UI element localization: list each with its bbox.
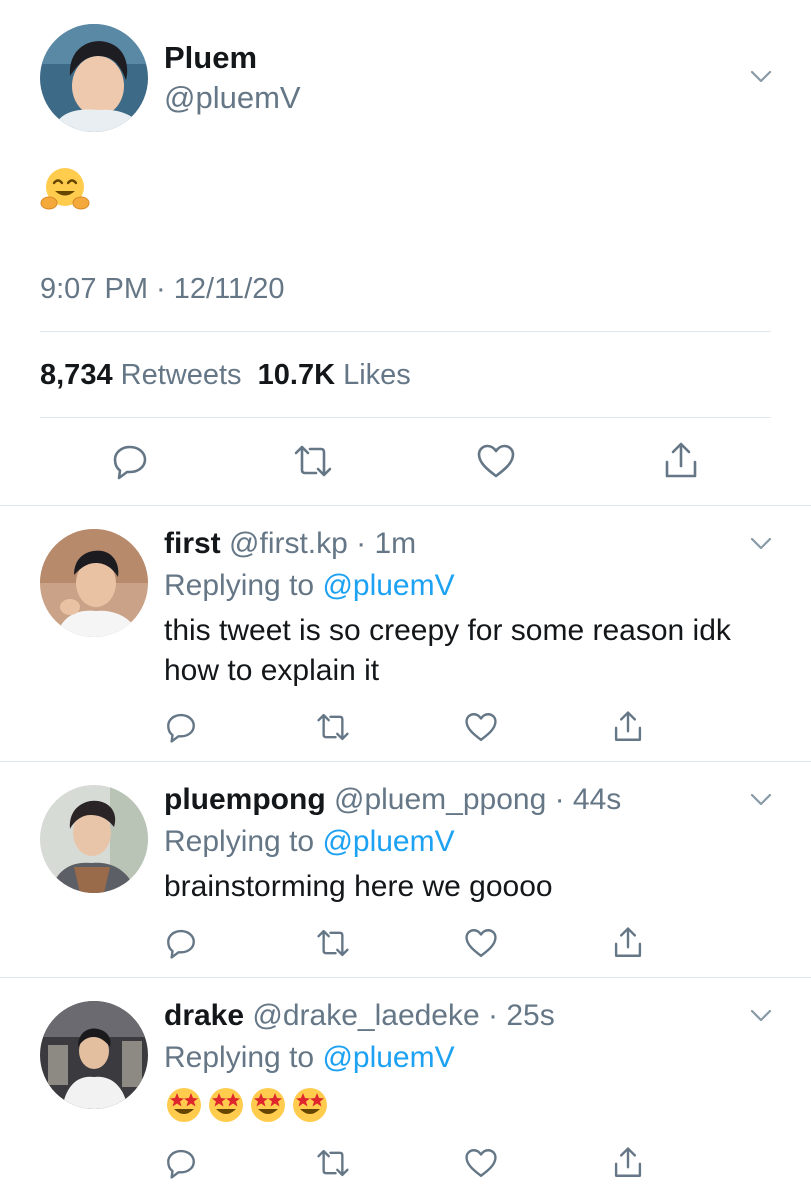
reply-actions (0, 1143, 811, 1183)
share-icon (614, 711, 642, 741)
retweet-icon (317, 1149, 349, 1177)
avatar[interactable] (40, 1001, 148, 1109)
retweet-count[interactable]: 8,734 (40, 359, 113, 391)
star-struck-emoji (293, 1088, 327, 1122)
retweet-icon (317, 929, 349, 957)
handle-and-time[interactable]: @drake_laedeke · 25s (252, 999, 554, 1032)
reply-button[interactable] (161, 1143, 201, 1183)
star-struck-emoji (167, 1088, 201, 1122)
divider (40, 417, 771, 418)
reply-icon (167, 713, 195, 743)
display-name[interactable]: first (164, 527, 221, 560)
chevron-down-icon[interactable] (750, 793, 772, 807)
reply-header: first @first.kp · 1m (164, 527, 416, 561)
retweet-button[interactable] (290, 438, 336, 484)
chevron-down-icon[interactable] (750, 1009, 772, 1023)
reply-button[interactable] (161, 923, 201, 963)
share-button[interactable] (658, 438, 704, 484)
retweets-label[interactable]: Retweets (121, 359, 242, 391)
retweet-button[interactable] (313, 1143, 353, 1183)
handle-and-time[interactable]: @first.kp · 1m (229, 527, 416, 560)
like-icon (465, 1149, 497, 1177)
mention-link[interactable]: @pluemV (322, 1041, 454, 1074)
tweet-thread: Pluem @pluemV 9:07 PM · 12/11/20 8,734 R… (0, 0, 811, 1200)
reply-button[interactable] (161, 707, 201, 747)
display-name[interactable]: pluempong (164, 783, 326, 816)
reply-button[interactable] (107, 438, 153, 484)
reply-tweet[interactable]: drake @drake_laedeke · 25s Replying to @… (0, 979, 811, 1200)
like-button[interactable] (473, 438, 519, 484)
reply-header: drake @drake_laedeke · 25s (164, 999, 555, 1033)
like-icon (465, 713, 497, 741)
replying-to: Replying to @pluemV (164, 569, 455, 603)
mention-link[interactable]: @pluemV (322, 569, 454, 602)
star-struck-emoji (251, 1088, 285, 1122)
retweet-icon (317, 713, 349, 741)
share-icon (665, 442, 697, 478)
retweet-button[interactable] (313, 707, 353, 747)
replying-to-label: Replying to (164, 1041, 315, 1074)
like-button[interactable] (461, 707, 501, 747)
share-icon (614, 1147, 642, 1177)
like-count[interactable]: 10.7K (258, 359, 335, 391)
display-name[interactable]: Pluem (164, 40, 257, 76)
like-button[interactable] (461, 1143, 501, 1183)
like-icon (465, 929, 497, 957)
reply-text: this tweet is so creepy for some reason … (164, 614, 731, 687)
star-struck-emoji (209, 1088, 243, 1122)
share-button[interactable] (608, 1143, 648, 1183)
hugging-face-emoji (40, 166, 90, 217)
avatar[interactable] (40, 785, 148, 893)
mention-link[interactable]: @pluemV (322, 825, 454, 858)
star-struck-emoji-row (164, 1085, 784, 1125)
engagement-stats: 8,734 Retweets 10.7K Likes (40, 359, 411, 392)
reply-tweet[interactable]: pluempong @pluem_ppong · 44s Replying to… (0, 763, 811, 978)
chevron-down-icon[interactable] (750, 70, 772, 84)
display-name[interactable]: drake (164, 999, 244, 1032)
reply-header: pluempong @pluem_ppong · 44s (164, 783, 621, 817)
divider (40, 331, 771, 332)
retweet-icon (294, 445, 332, 477)
reply-icon (167, 929, 195, 959)
replying-to-label: Replying to (164, 569, 315, 602)
like-icon (477, 444, 515, 478)
reply-actions (0, 707, 811, 747)
reply-tweet[interactable]: first @first.kp · 1m Replying to @pluemV… (0, 507, 811, 762)
reply-icon (167, 1149, 195, 1179)
replying-to: Replying to @pluemV (164, 1041, 455, 1075)
replying-to: Replying to @pluemV (164, 825, 455, 859)
reply-text: brainstorming here we goooo (164, 870, 553, 903)
reply-actions (0, 923, 811, 963)
avatar[interactable] (40, 24, 148, 132)
like-button[interactable] (461, 923, 501, 963)
reply-icon (113, 445, 147, 480)
share-icon (614, 927, 642, 957)
tweet-actions (0, 438, 811, 484)
main-tweet: Pluem @pluemV 9:07 PM · 12/11/20 8,734 R… (0, 0, 811, 506)
likes-label[interactable]: Likes (343, 359, 411, 391)
share-button[interactable] (608, 923, 648, 963)
handle-and-time[interactable]: @pluem_ppong · 44s (334, 783, 621, 816)
retweet-button[interactable] (313, 923, 353, 963)
share-button[interactable] (608, 707, 648, 747)
replying-to-label: Replying to (164, 825, 315, 858)
chevron-down-icon[interactable] (750, 537, 772, 551)
avatar[interactable] (40, 529, 148, 637)
tweet-timestamp[interactable]: 9:07 PM · 12/11/20 (40, 273, 285, 306)
handle[interactable]: @pluemV (164, 80, 301, 116)
